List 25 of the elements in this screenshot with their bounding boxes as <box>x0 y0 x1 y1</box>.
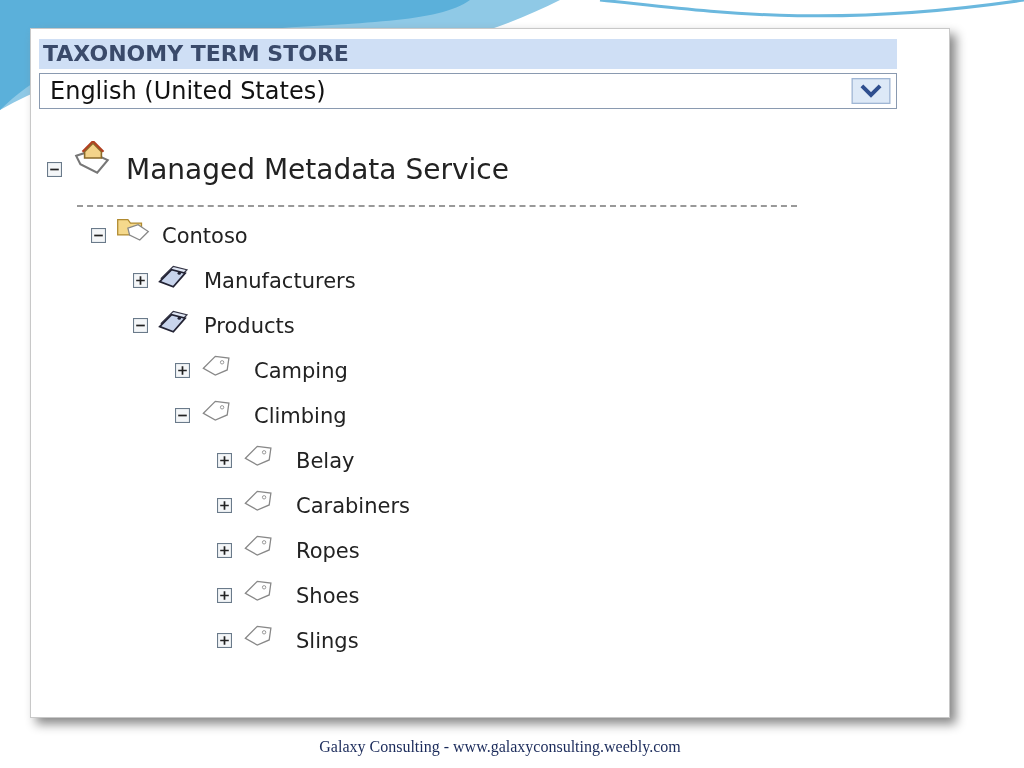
tree-node-label[interactable]: Contoso <box>158 223 248 248</box>
tree-node-label[interactable]: Shoes <box>284 583 360 608</box>
tree-node-label[interactable]: Manufacturers <box>200 268 356 293</box>
collapse-icon[interactable] <box>175 408 190 423</box>
expand-icon[interactable] <box>217 588 232 603</box>
tree-node-label[interactable]: Ropes <box>284 538 360 563</box>
collapse-icon[interactable] <box>47 161 62 177</box>
expand-icon[interactable] <box>217 498 232 513</box>
tree-node-label[interactable]: Products <box>200 313 295 338</box>
tree-node-label[interactable]: Climbing <box>242 403 347 428</box>
collapse-icon[interactable] <box>91 228 106 243</box>
panel-title: TAXONOMY TERM STORE <box>39 39 897 69</box>
tree-node-label[interactable]: Carabiners <box>284 493 410 518</box>
tree-node-label[interactable]: Slings <box>284 628 359 653</box>
tree-node-label[interactable]: Belay <box>284 448 355 473</box>
collapse-icon[interactable] <box>133 318 148 333</box>
expand-icon[interactable] <box>217 453 232 468</box>
expand-icon[interactable] <box>217 633 232 648</box>
tree-node-label[interactable]: Managed Metadata Service <box>122 152 509 186</box>
tree-node-label[interactable]: Camping <box>242 358 348 383</box>
language-dropdown[interactable]: English (United States) <box>39 73 897 109</box>
expand-icon[interactable] <box>133 273 148 288</box>
expand-icon[interactable] <box>175 363 190 378</box>
expand-icon[interactable] <box>217 543 232 558</box>
slide-footer: Galaxy Consulting - www.galaxyconsulting.weebly.com <box>30 738 970 756</box>
